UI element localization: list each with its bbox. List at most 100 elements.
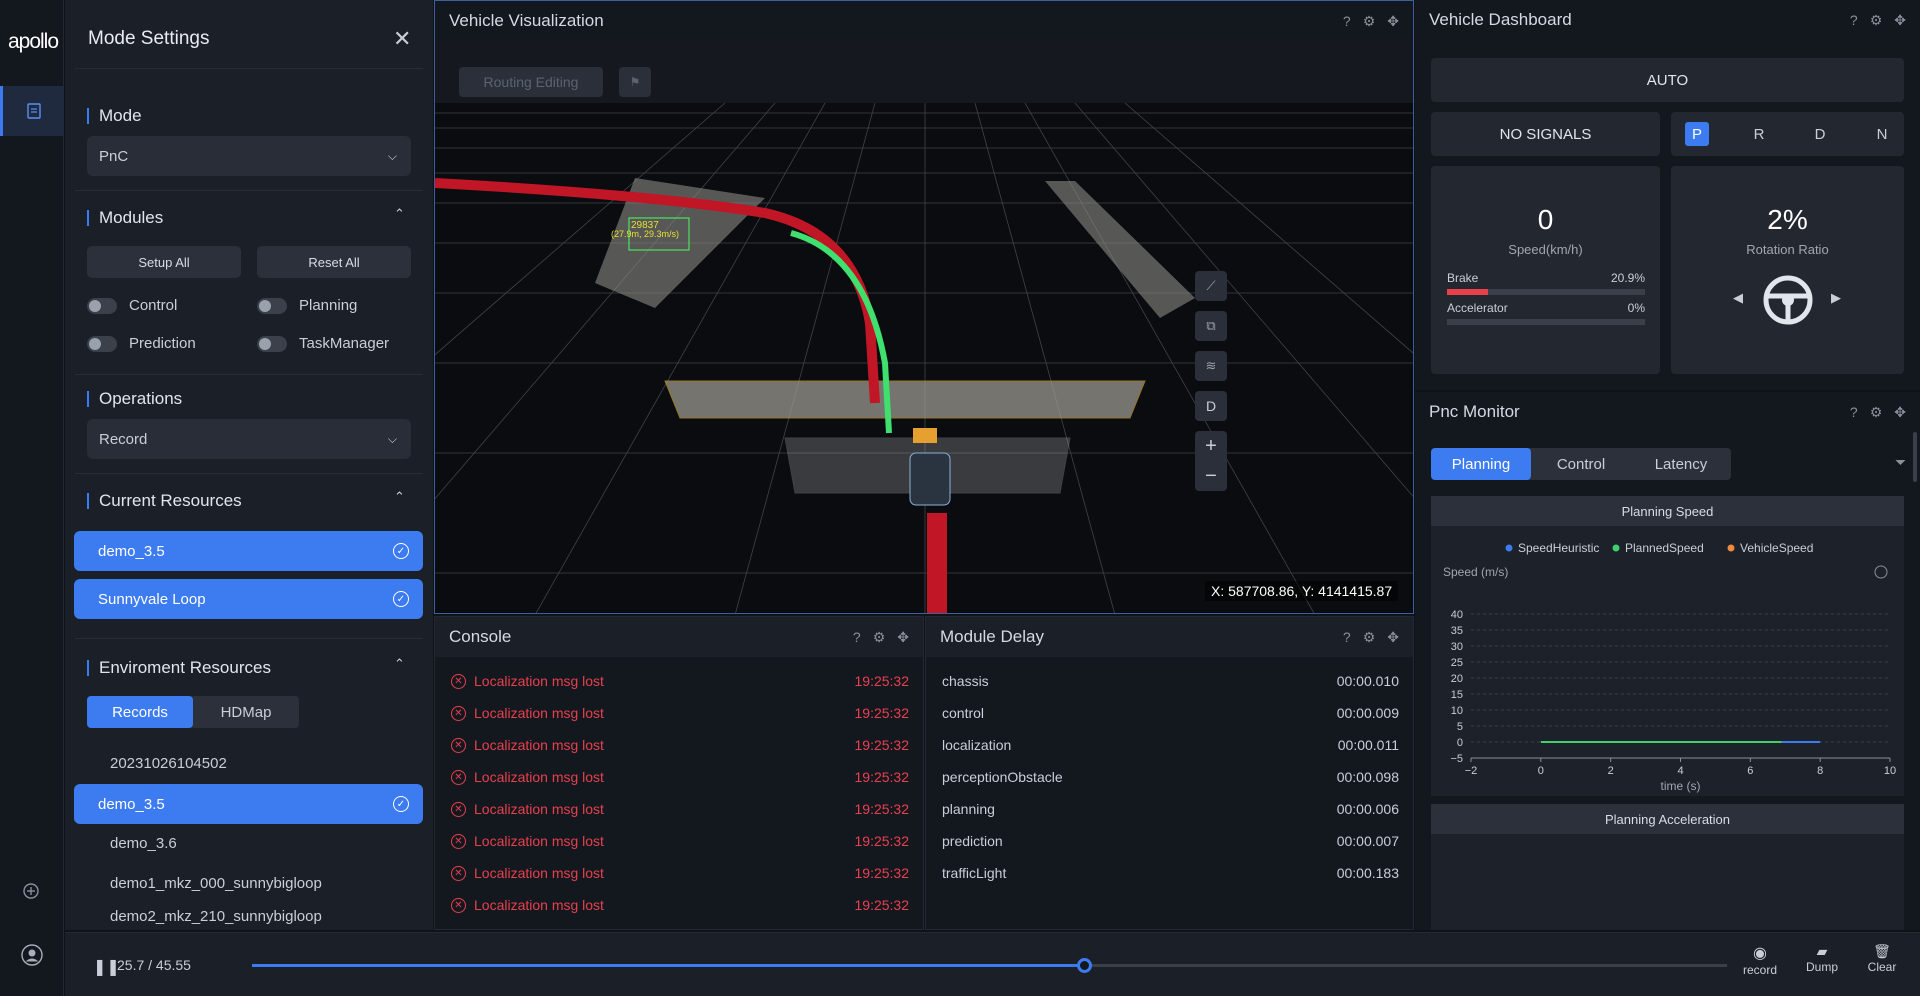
- record-icon: ◉: [1753, 945, 1767, 962]
- error-icon: ✕: [451, 865, 466, 881]
- clear-button[interactable]: 🗑 Clear: [1857, 943, 1907, 974]
- mode-select-value: PnC: [99, 147, 129, 165]
- flag-icon[interactable]: ⚑: [619, 67, 651, 97]
- console-log-list: ✕ Localization msg lost 19:25:32 ✕ Localizat…: [435, 657, 923, 921]
- record-item[interactable]: demo1_mkz_000_sunnybigloop: [74, 863, 423, 903]
- console-header: Console ? ⚙ ✥: [435, 617, 923, 657]
- y-tick-label: 35: [1451, 625, 1463, 637]
- mode-select[interactable]: PnC ⌵: [87, 136, 411, 176]
- trash-icon: 🗑: [1873, 943, 1891, 959]
- module-label: Planning: [299, 297, 358, 314]
- record-button[interactable]: ◉ record: [1735, 943, 1785, 977]
- help-icon[interactable]: ?: [853, 629, 861, 646]
- current-resources-title: Current Resources: [87, 492, 242, 509]
- log-time: 19:25:32: [854, 673, 910, 689]
- ruler-icon[interactable]: ⟋: [1195, 271, 1227, 301]
- zoom-out-icon[interactable]: −: [1205, 465, 1217, 488]
- divider: [75, 473, 423, 474]
- brake-value: 20.9%: [1610, 271, 1645, 285]
- mode-settings-nav-button[interactable]: [0, 86, 64, 136]
- rotation-card: [1671, 166, 1904, 374]
- add-panel-icon[interactable]: [22, 882, 40, 905]
- speed-card: [1431, 166, 1660, 374]
- module-planning[interactable]: Planning: [257, 297, 357, 314]
- module-taskmanager[interactable]: TaskManager: [257, 335, 389, 352]
- record-item[interactable]: demo2_mkz_210_sunnybigloop: [74, 903, 423, 930]
- legend-marker: [1505, 544, 1513, 552]
- error-icon: ✕: [451, 705, 466, 721]
- module-label: TaskManager: [299, 335, 390, 352]
- help-icon[interactable]: ?: [1343, 13, 1351, 30]
- record-item[interactable]: demo_3.6: [74, 823, 423, 863]
- help-icon[interactable]: ?: [1850, 12, 1858, 29]
- error-icon: ✕: [451, 769, 466, 785]
- mode-settings-panel: Mode Settings ✕ Mode PnC ⌵ Modules ⌃ Set…: [65, 0, 433, 930]
- progress-handle[interactable]: [1076, 958, 1092, 973]
- routing-editing-button[interactable]: Routing Editing: [459, 67, 603, 97]
- record-item-selected[interactable]: demo_3.5 ✓: [74, 784, 423, 824]
- scene-canvas[interactable]: 29837 (27.9m, 29.3m/s): [435, 103, 1414, 614]
- operations-select[interactable]: Record ⌵: [87, 419, 411, 459]
- log-time: 19:25:32: [854, 801, 910, 817]
- progress-track[interactable]: [252, 964, 1727, 967]
- dump-button[interactable]: ▰ Dump: [1797, 943, 1847, 974]
- gear-r: R: [1753, 125, 1765, 143]
- y-tick-label: 30: [1451, 641, 1463, 653]
- drag-handle-icon[interactable]: ✥: [897, 629, 909, 646]
- module-prediction[interactable]: Prediction: [87, 335, 196, 352]
- chevron-up-icon[interactable]: ⌃: [394, 656, 405, 672]
- copy-icon[interactable]: ⧉: [1195, 311, 1227, 341]
- gear-icon[interactable]: ⚙: [1870, 12, 1883, 29]
- chevron-up-icon[interactable]: ⌃: [394, 489, 405, 505]
- drag-handle-icon[interactable]: ✥: [1387, 629, 1399, 646]
- pause-icon[interactable]: ❚❚: [93, 957, 120, 977]
- gear-icon[interactable]: ⚙: [1363, 13, 1376, 30]
- brake-bar: [1447, 289, 1645, 295]
- tab-hdmap[interactable]: HDMap: [193, 696, 299, 728]
- signals-status: NO SIGNALS: [1431, 112, 1660, 156]
- gear-icon[interactable]: ⚙: [873, 629, 886, 646]
- check-circle-icon: ✓: [393, 543, 409, 559]
- tab-records[interactable]: Records: [87, 696, 193, 728]
- current-resource-item[interactable]: Sunnyvale Loop ✓: [74, 579, 423, 619]
- reset-all-button[interactable]: Reset All: [257, 246, 411, 278]
- module-name: chassis: [942, 673, 989, 689]
- chevron-up-icon[interactable]: ⌃: [394, 206, 405, 222]
- tab-latency[interactable]: Latency: [1631, 448, 1731, 480]
- legend-label: SpeedHeuristic: [1518, 541, 1599, 555]
- zoom-in-icon[interactable]: +: [1205, 435, 1217, 458]
- view-mode-button[interactable]: D: [1195, 391, 1227, 421]
- record-item[interactable]: 20231026104502: [74, 743, 423, 783]
- drag-handle-icon[interactable]: ✥: [1387, 13, 1399, 30]
- setup-all-button[interactable]: Setup All: [87, 246, 241, 278]
- tab-control[interactable]: Control: [1531, 448, 1631, 480]
- legend-marker: [1612, 544, 1620, 552]
- gear-icon[interactable]: ⚙: [1363, 629, 1376, 646]
- close-icon[interactable]: ✕: [393, 26, 411, 52]
- y-tick-label: 20: [1451, 673, 1463, 685]
- module-delay-title: Module Delay: [940, 627, 1044, 646]
- pnc-monitor-panel: Pnc Monitor ? ⚙ ✥ Planning Control Latency…: [1415, 392, 1920, 930]
- rotation-label: Rotation Ratio: [1746, 242, 1829, 257]
- error-icon: ✕: [451, 897, 466, 913]
- help-icon[interactable]: ?: [1850, 404, 1858, 421]
- module-name: trafficLight: [942, 865, 1007, 881]
- scrollbar[interactable]: [1913, 432, 1917, 482]
- current-resource-item[interactable]: demo_3.5 ✓: [74, 531, 423, 571]
- drag-handle-icon[interactable]: ✥: [1894, 404, 1906, 421]
- gear-icon[interactable]: ⚙: [1870, 404, 1883, 421]
- layers-icon[interactable]: ≋: [1195, 351, 1227, 381]
- speed-value: 0: [1537, 204, 1554, 235]
- module-control[interactable]: Control: [87, 297, 177, 314]
- accel-label: Accelerator: [1447, 301, 1508, 315]
- filter-icon[interactable]: ⏷: [1895, 454, 1906, 471]
- help-icon[interactable]: ?: [1343, 629, 1351, 646]
- control-toggle[interactable]: [87, 297, 117, 314]
- drag-handle-icon[interactable]: ✥: [1894, 12, 1906, 29]
- planning-toggle[interactable]: [257, 297, 287, 314]
- module-delay-row: prediction 00:00.007: [942, 825, 1399, 857]
- tab-planning[interactable]: Planning: [1431, 448, 1531, 480]
- taskmanager-toggle[interactable]: [257, 335, 287, 352]
- user-avatar-icon[interactable]: [21, 944, 43, 971]
- prediction-toggle[interactable]: [87, 335, 117, 352]
